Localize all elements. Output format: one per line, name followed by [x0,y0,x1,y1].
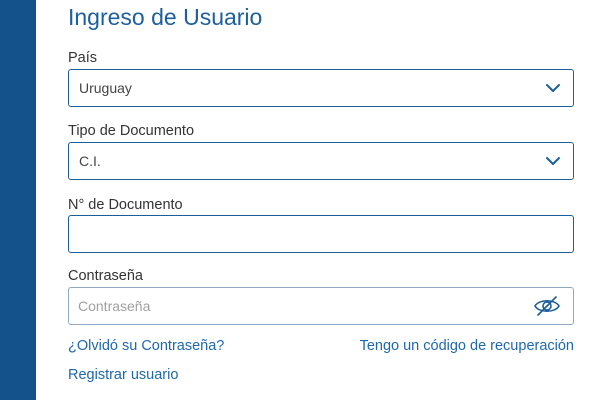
doc-type-label: Tipo de Documento [68,123,195,139]
doc-number-label: N° de Documento [68,197,183,213]
eye-slash-icon[interactable] [533,295,561,317]
sidebar-strip [0,0,36,400]
country-value: Uruguay [79,80,132,96]
password-input[interactable] [69,288,573,324]
chevron-down-icon [546,84,560,92]
password-field-wrapper [68,287,574,325]
country-label: País [68,50,98,66]
doc-type-value: C.I. [79,153,101,169]
forgot-password-link[interactable]: ¿Olvidó su Contraseña? [68,338,224,354]
chevron-down-icon [546,157,560,165]
password-label: Contraseña [68,268,143,284]
recovery-code-link[interactable]: Tengo un código de recuperación [360,338,574,354]
doc-number-input[interactable] [69,216,573,252]
register-user-link[interactable]: Registrar usuario [68,367,178,383]
country-select[interactable]: Uruguay [68,69,574,107]
doc-type-select[interactable]: C.I. [68,142,574,180]
page-title: Ingreso de Usuario [68,4,263,30]
doc-number-field-wrapper [68,215,574,253]
